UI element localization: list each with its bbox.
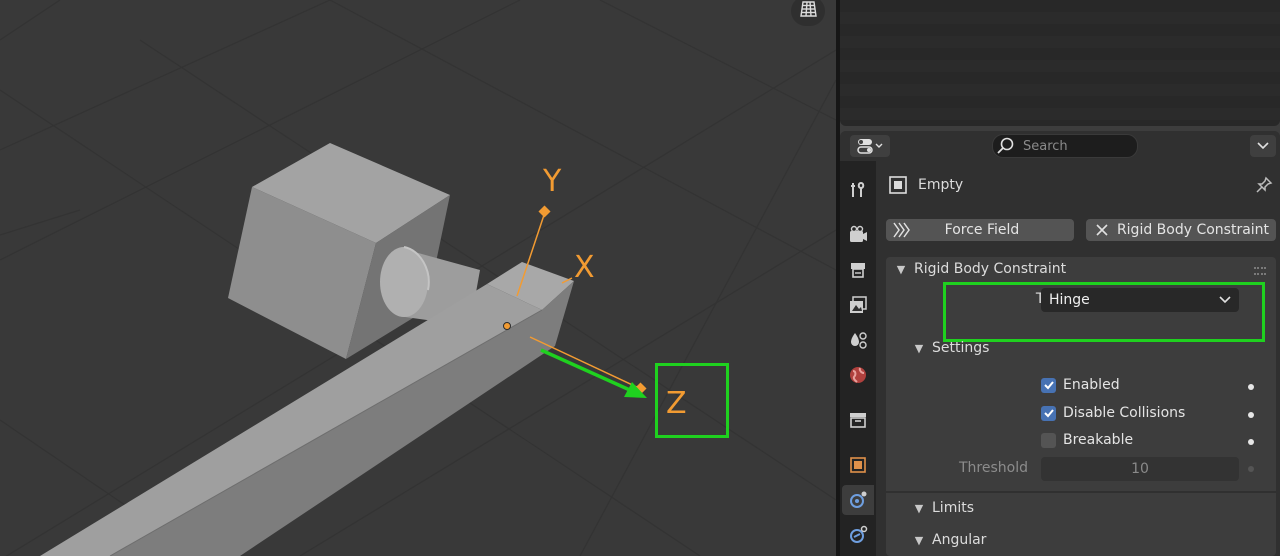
world-icon	[850, 367, 866, 383]
search-field[interactable]	[992, 134, 1138, 158]
keyframe-dot-icon[interactable]	[1248, 466, 1254, 472]
constraints-icon	[850, 525, 868, 543]
limits-title: Limits	[932, 500, 974, 516]
tab-constraints[interactable]	[842, 520, 874, 550]
breakable-checkbox[interactable]: Breakable	[1041, 432, 1133, 448]
threshold-label: Threshold	[959, 460, 1028, 476]
checkbox-checked-icon	[1041, 377, 1056, 393]
enabled-label: Enabled	[1063, 377, 1120, 393]
keyframe-dot-icon[interactable]	[1248, 412, 1254, 418]
tab-world[interactable]	[842, 360, 874, 390]
properties-content: Empty Force Field Rigid Body Constraint …	[876, 161, 1280, 556]
3d-viewport[interactable]: Y X Z	[0, 0, 836, 556]
pin-icon	[1256, 176, 1273, 193]
z-label-highlight	[655, 363, 729, 438]
remove-rigid-body-constraint-button[interactable]: Rigid Body Constraint	[1086, 219, 1276, 241]
properties-header	[840, 131, 1280, 161]
grid-icon	[800, 1, 817, 17]
properties-editor-icon	[857, 139, 883, 154]
type-highlight	[943, 282, 1265, 342]
tab-scene[interactable]	[842, 325, 874, 355]
force-field-label: Force Field	[944, 222, 1020, 238]
annotation-arrow	[540, 348, 647, 398]
search-icon	[997, 137, 1014, 154]
force-field-button[interactable]: Force Field	[886, 219, 1074, 241]
disable-collisions-label: Disable Collisions	[1063, 405, 1186, 421]
output-icon	[851, 263, 865, 278]
chevron-down-icon: ▼	[914, 341, 924, 355]
options-dropdown[interactable]	[1250, 135, 1276, 157]
view-layer-icon	[850, 296, 867, 313]
render-icon	[850, 225, 867, 242]
settings-subpanel-header[interactable]: ▼ Settings	[912, 340, 990, 356]
origin-point	[503, 322, 511, 330]
limits-subpanel-header[interactable]: ▼ Limits	[912, 500, 974, 516]
settings-title: Settings	[932, 340, 990, 356]
tab-collection[interactable]	[842, 405, 874, 435]
pin-button[interactable]	[1254, 175, 1274, 199]
threshold-value: 10	[1131, 461, 1149, 477]
object-name: Empty	[918, 177, 964, 193]
editor-type-dropdown[interactable]	[850, 135, 890, 157]
drag-handle-icon[interactable]	[1254, 267, 1266, 275]
tab-physics[interactable]	[842, 485, 874, 515]
tab-view-layer[interactable]	[842, 290, 874, 320]
overlay-toggle-button[interactable]	[791, 0, 825, 26]
outliner-area[interactable]	[840, 0, 1280, 126]
empty-object-icon	[889, 176, 907, 194]
angular-subpanel-header[interactable]: ▼ Angular	[912, 532, 987, 548]
viewport-scene	[0, 0, 836, 556]
panel-title: Rigid Body Constraint	[914, 261, 1067, 277]
angular-title: Angular	[932, 532, 987, 548]
properties-editor: Empty Force Field Rigid Body Constraint …	[840, 131, 1280, 556]
y-axis-label: Y	[543, 164, 562, 199]
checkbox-unchecked-icon	[1041, 432, 1056, 448]
scene-icon	[851, 332, 867, 349]
chevron-down-icon	[1257, 142, 1269, 150]
tab-tool[interactable]	[842, 175, 874, 205]
close-icon	[1096, 224, 1108, 236]
chevron-down-icon: ▼	[914, 501, 924, 515]
breakable-label: Breakable	[1063, 432, 1134, 448]
tab-render[interactable]	[842, 220, 874, 250]
section-divider	[886, 491, 1276, 493]
chevron-down-icon: ▼	[896, 262, 906, 276]
x-axis-label: X	[574, 250, 595, 285]
search-input[interactable]	[1021, 137, 1125, 155]
rigid-body-constraint-label: Rigid Body Constraint	[1116, 222, 1270, 238]
collection-icon	[850, 413, 866, 428]
properties-tabs	[840, 161, 876, 556]
cube-mesh	[228, 143, 450, 359]
disable-collisions-checkbox[interactable]: Disable Collisions	[1041, 405, 1185, 421]
keyframe-dot-icon[interactable]	[1248, 384, 1254, 390]
tab-output[interactable]	[842, 255, 874, 285]
object-icon	[850, 457, 866, 473]
context-breadcrumb: Empty	[888, 175, 963, 195]
tool-icon	[851, 182, 865, 197]
physics-icon	[850, 491, 867, 508]
enabled-checkbox[interactable]: Enabled	[1041, 377, 1120, 393]
threshold-field[interactable]: 10	[1041, 457, 1239, 481]
tab-object[interactable]	[842, 450, 874, 480]
rigid-body-constraint-panel: ▼ Rigid Body Constraint Type Hinge ▼ Set…	[886, 257, 1276, 556]
force-field-icon	[893, 222, 910, 238]
chevron-down-icon: ▼	[914, 533, 924, 547]
checkbox-checked-icon	[1041, 405, 1056, 421]
keyframe-dot-icon[interactable]	[1248, 439, 1254, 445]
panel-header[interactable]: ▼ Rigid Body Constraint	[894, 261, 1066, 277]
